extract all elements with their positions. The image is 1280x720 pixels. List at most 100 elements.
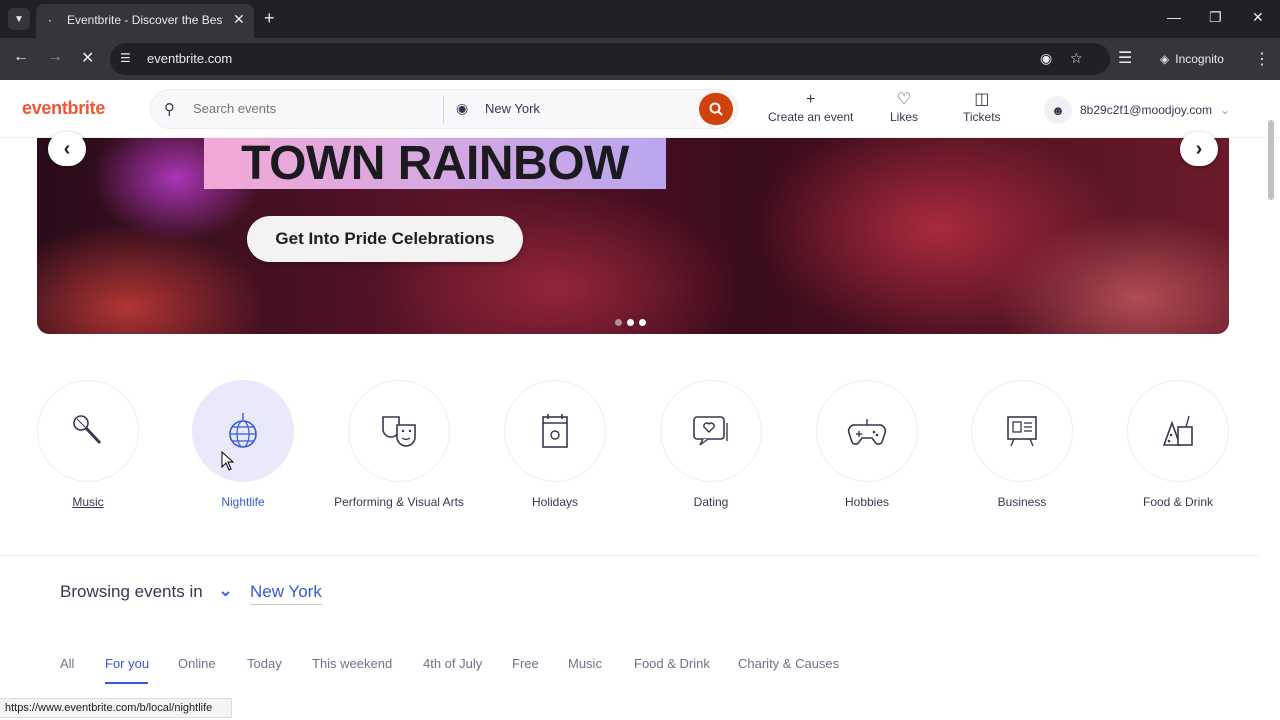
site-header: eventbrite ⚲ ◉ New York + Create an even… [0, 80, 1280, 138]
incognito-icon: ◈ [1160, 52, 1170, 66]
location-input[interactable]: New York [485, 101, 540, 116]
filter-tab-free[interactable]: Free [512, 656, 539, 671]
browser-tab-strip: ▼ ⋅ Eventbrite - Discover the Best L ✕ +… [0, 0, 1280, 38]
search-icon: ⚲ [164, 101, 175, 118]
category-nightlife[interactable]: Nightlife [173, 380, 313, 509]
category-label: Nightlife [221, 495, 265, 509]
tickets-link[interactable]: ◫ Tickets [963, 90, 1001, 124]
carousel-dot-active[interactable] [627, 319, 634, 326]
category-label: Food & Drink [1142, 495, 1214, 509]
theater-masks-icon [382, 416, 416, 447]
category-label: Business [997, 495, 1047, 509]
stop-loading-icon[interactable]: ✕ [81, 48, 94, 68]
browsing-events-label: Browsing events in [60, 582, 203, 601]
hero-carousel: TOWN RAINBOW Get Into Pride Celebrations [37, 138, 1229, 334]
likes-label: Likes [890, 110, 919, 124]
presentation-icon [1007, 416, 1037, 447]
eventbrite-logo[interactable]: eventbrite [22, 98, 105, 119]
account-email: 8b29c2f1@moodjoy.com [1080, 103, 1213, 117]
avatar-icon: ☻ [1044, 96, 1072, 124]
category-label: Dating [693, 495, 729, 509]
plus-icon: + [806, 91, 816, 108]
address-bar[interactable]: ☰ eventbrite.com ◉ ☆ [110, 43, 1110, 75]
category-performing-visual-arts[interactable]: Performing & Visual Arts [329, 380, 469, 509]
category-business[interactable]: Business [952, 380, 1092, 509]
browser-toolbar: ← → ✕ ☰ eventbrite.com ◉ ☆ ☰ ◈ Incognito… [0, 38, 1280, 80]
carousel-prev-button[interactable]: ‹ [48, 132, 86, 166]
category-holidays[interactable]: Holidays [485, 380, 625, 509]
chevron-right-icon: › [1195, 137, 1203, 160]
new-tab-button[interactable]: + [264, 8, 275, 29]
active-tab-indicator [105, 682, 148, 684]
hero-title: TOWN RAINBOW [204, 138, 666, 189]
likes-link[interactable]: ♡ Likes [890, 90, 918, 124]
category-circle[interactable] [971, 380, 1073, 482]
category-food-drink[interactable]: Food & Drink [1108, 380, 1248, 509]
category-hobbies[interactable]: Hobbies [797, 380, 937, 509]
carousel-next-button[interactable]: › [1180, 132, 1218, 166]
minimize-icon[interactable]: — [1167, 9, 1181, 25]
category-circle[interactable] [1127, 380, 1229, 482]
tab-search-button[interactable]: ▼ [8, 8, 30, 30]
filter-tab-charity-causes[interactable]: Charity & Causes [738, 656, 839, 671]
category-circle[interactable] [192, 380, 294, 482]
url-text[interactable]: eventbrite.com [147, 51, 232, 66]
filter-tab-all[interactable]: All [60, 656, 74, 671]
loading-favicon-icon: ⋅ [48, 14, 52, 28]
category-circle[interactable] [816, 380, 918, 482]
tab-title: Eventbrite - Discover the Best L [67, 13, 223, 27]
category-label: Holidays [531, 495, 579, 509]
category-circle[interactable] [660, 380, 762, 482]
search-bar: ⚲ ◉ New York [150, 89, 738, 129]
chevron-down-icon[interactable]: ⌄ [218, 580, 233, 601]
filter-tab-music[interactable]: Music [568, 656, 602, 671]
page-scrollbar[interactable] [1268, 120, 1274, 200]
gamepad-icon [847, 419, 887, 445]
filter-tab-online[interactable]: Online [178, 656, 216, 671]
carousel-dot[interactable] [615, 319, 622, 326]
filter-tab-4th-of-july[interactable]: 4th of July [423, 656, 482, 671]
eye-off-icon[interactable]: ◉ [1040, 50, 1052, 67]
category-label: Hobbies [844, 495, 890, 509]
carousel-dot[interactable] [639, 319, 646, 326]
category-music[interactable]: Music [18, 380, 158, 509]
account-menu[interactable]: ☻ 8b29c2f1@moodjoy.com ⌄ [1044, 96, 1230, 124]
tab-close-icon[interactable]: ✕ [233, 11, 245, 28]
search-input[interactable] [193, 101, 433, 116]
restore-icon[interactable]: ❐ [1209, 9, 1222, 26]
link-status-bar: https://www.eventbrite.com/b/local/night… [0, 698, 232, 718]
section-divider [0, 555, 1260, 556]
category-circle[interactable] [37, 380, 139, 482]
food-drink-icon [1162, 415, 1193, 446]
back-icon[interactable]: ← [13, 48, 29, 66]
category-circle[interactable] [504, 380, 606, 482]
create-event-link[interactable]: + Create an event [768, 90, 853, 124]
filter-tab-for-you[interactable]: For you [105, 656, 149, 671]
search-submit-button[interactable] [699, 93, 733, 125]
browser-tab[interactable]: ⋅ Eventbrite - Discover the Best L ✕ [36, 4, 254, 38]
mouse-cursor-icon [221, 451, 235, 471]
browsing-city-selector[interactable]: New York [250, 582, 322, 605]
filter-tab-this-weekend[interactable]: This weekend [312, 656, 392, 671]
media-control-icon[interactable]: ☰ [1118, 48, 1132, 68]
create-event-label: Create an event [768, 110, 854, 124]
hero-cta-button[interactable]: Get Into Pride Celebrations [247, 216, 523, 262]
category-label: Music [72, 495, 104, 509]
filter-tab-food-drink[interactable]: Food & Drink [634, 656, 710, 671]
window-close-icon[interactable]: ✕ [1252, 9, 1264, 26]
forward-icon[interactable]: → [47, 48, 63, 66]
category-circle[interactable] [348, 380, 450, 482]
browser-menu-icon[interactable]: ⋮ [1254, 49, 1270, 69]
search-divider [443, 96, 444, 124]
incognito-indicator[interactable]: ◈ Incognito [1150, 44, 1234, 74]
heart-icon: ♡ [896, 91, 912, 108]
ticket-icon: ◫ [974, 91, 990, 108]
incognito-label: Incognito [1175, 52, 1224, 66]
chevron-left-icon: ‹ [63, 137, 71, 160]
search-submit-icon [709, 102, 723, 116]
tickets-label: Tickets [963, 110, 1001, 124]
bookmark-star-icon[interactable]: ☆ [1070, 50, 1083, 67]
category-dating[interactable]: Dating [641, 380, 781, 509]
site-info-icon[interactable]: ☰ [120, 51, 131, 65]
filter-tab-today[interactable]: Today [247, 656, 282, 671]
